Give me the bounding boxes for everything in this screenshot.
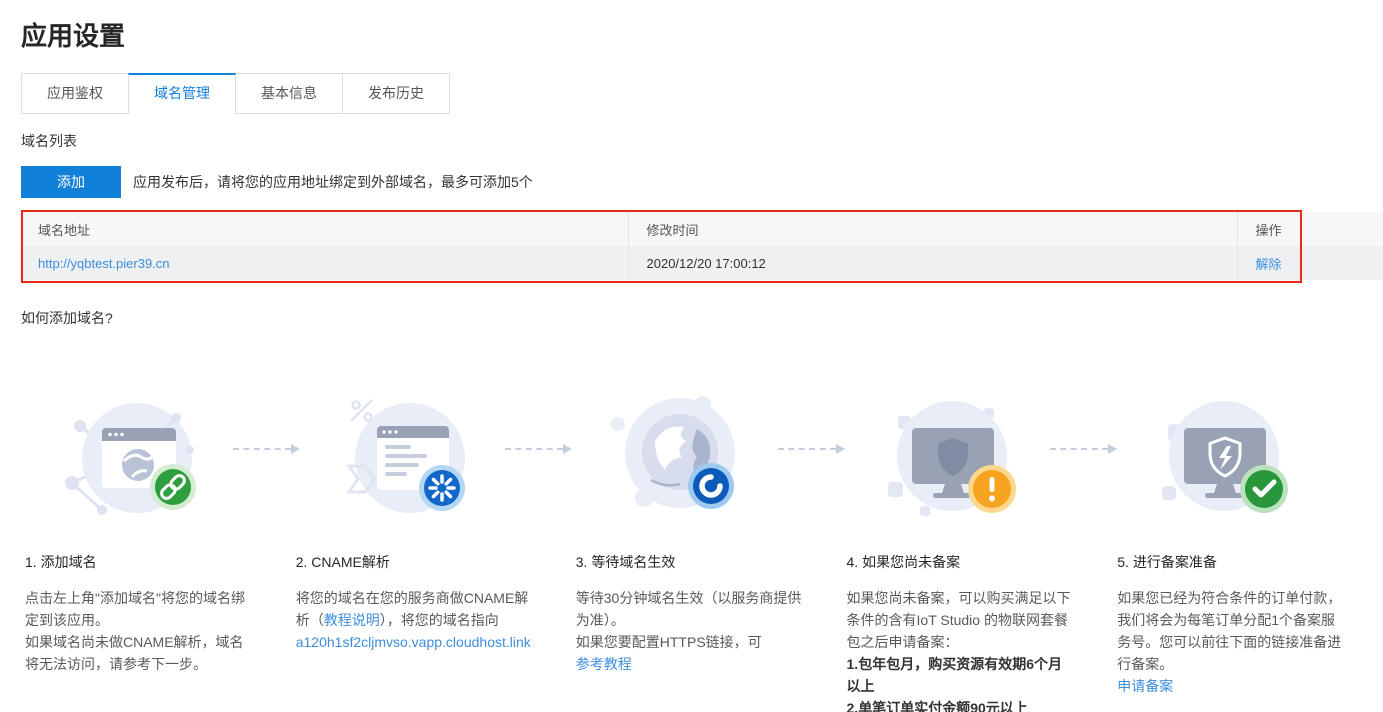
step5-column: 5. 进行备案准备 如果您已经为符合条件的订单付款，我们将会为每笔订单分配1个备… bbox=[1112, 552, 1383, 712]
domain-list-label: 域名列表 bbox=[21, 131, 1383, 151]
step2-column: 2. CNAME解析 将您的域名在您的服务商做CNAME解析（教程说明），将您的… bbox=[291, 552, 571, 712]
step3-globe-pending-icon bbox=[607, 388, 747, 528]
step5-monitor-check-icon bbox=[1152, 388, 1292, 528]
tab-app-auth[interactable]: 应用鉴权 bbox=[21, 73, 129, 114]
apply-icp-link[interactable]: 申请备案 bbox=[1117, 675, 1343, 697]
domain-link[interactable]: http://yqbtest.pier39.cn bbox=[38, 256, 170, 271]
step3-title: 3. 等待域名生效 bbox=[576, 552, 802, 572]
column-header-action: 操作 bbox=[1237, 212, 1383, 246]
domain-table: 域名地址 修改时间 操作 http://yqbtest.pier39.cn 20… bbox=[20, 212, 1383, 280]
unbind-action-link[interactable]: 解除 bbox=[1256, 257, 1282, 272]
tab-domain-management[interactable]: 域名管理 bbox=[128, 73, 236, 114]
page-title: 应用设置 bbox=[21, 16, 1383, 53]
dashed-arrow-icon bbox=[1050, 444, 1117, 454]
dashed-arrow-icon bbox=[778, 444, 845, 454]
step4-monitor-warning-icon bbox=[880, 388, 1020, 528]
dashed-arrow-icon bbox=[233, 444, 300, 454]
app-settings-page: 应用设置 应用鉴权 域名管理 基本信息 发布历史 域名列表 添加 应用发布后，请… bbox=[0, 16, 1383, 712]
step4-text: 如果您尚未备案，可以购买满足以下条件的含有IoT Studio 的物联网套餐包之… bbox=[847, 590, 1071, 650]
step4-column: 4. 如果您尚未备案 如果您尚未备案，可以购买满足以下条件的含有IoT Stud… bbox=[842, 552, 1113, 712]
https-tutorial-link[interactable]: 参考教程 bbox=[576, 653, 802, 675]
steps-illustrations bbox=[20, 388, 1383, 530]
table-header-row: 域名地址 修改时间 操作 bbox=[20, 212, 1383, 246]
step3-text: 如果您要配置HTTPS链接，可 bbox=[576, 631, 802, 653]
modified-time-cell: 2020/12/20 17:00:12 bbox=[628, 246, 1237, 280]
add-domain-button[interactable]: 添加 bbox=[21, 166, 121, 198]
step2-text: ），将您的域名指向 bbox=[380, 612, 499, 628]
step4-condition-1: 1.包年包月，购买资源有效期6个月以上 bbox=[847, 653, 1073, 697]
how-to-add-domain-title: 如何添加域名? bbox=[21, 308, 1383, 328]
steps-descriptions: 1. 添加域名 点击左上角"添加域名"将您的域名绑定到该应用。 如果域名尚未做C… bbox=[20, 552, 1383, 712]
step2-title: 2. CNAME解析 bbox=[296, 552, 531, 572]
cname-target-link[interactable]: a120h1sf2cljmvso.vapp.cloudhost.link bbox=[296, 631, 531, 653]
step1-text: 如果域名尚未做CNAME解析，域名将无法访问，请参考下一步。 bbox=[25, 631, 251, 675]
dashed-arrow-icon bbox=[505, 444, 572, 454]
add-domain-hint: 应用发布后，请将您的应用地址绑定到外部域名，最多可添加5个 bbox=[133, 172, 533, 192]
step5-text: 如果您已经为符合条件的订单付款，我们将会为每笔订单分配1个备案服务号。您可以前往… bbox=[1117, 590, 1341, 672]
tutorial-link[interactable]: 教程说明 bbox=[324, 612, 380, 628]
step1-text: 点击左上角"添加域名"将您的域名绑定到该应用。 bbox=[25, 587, 251, 631]
column-header-modified-time: 修改时间 bbox=[628, 212, 1237, 246]
step1-title: 1. 添加域名 bbox=[25, 552, 251, 572]
tab-basic-info[interactable]: 基本信息 bbox=[235, 73, 343, 114]
step2-cname-document-icon bbox=[335, 388, 475, 528]
tab-release-history[interactable]: 发布历史 bbox=[342, 73, 450, 114]
table-row: http://yqbtest.pier39.cn 2020/12/20 17:0… bbox=[20, 246, 1383, 280]
domain-toolbar: 添加 应用发布后，请将您的应用地址绑定到外部域名，最多可添加5个 bbox=[21, 166, 1383, 198]
step3-column: 3. 等待域名生效 等待30分钟域名生效（以服务商提供为准）。 如果您要配置HT… bbox=[571, 552, 842, 712]
step4-title: 4. 如果您尚未备案 bbox=[847, 552, 1073, 572]
step1-browser-link-icon bbox=[62, 388, 202, 528]
step1-column: 1. 添加域名 点击左上角"添加域名"将您的域名绑定到该应用。 如果域名尚未做C… bbox=[20, 552, 291, 712]
step5-title: 5. 进行备案准备 bbox=[1117, 552, 1343, 572]
step4-condition-2: 2.单笔订单实付金额90元以上 bbox=[847, 697, 1073, 712]
step3-text: 等待30分钟域名生效（以服务商提供为准）。 bbox=[576, 587, 802, 631]
column-header-domain: 域名地址 bbox=[20, 212, 628, 246]
tab-bar: 应用鉴权 域名管理 基本信息 发布历史 bbox=[21, 73, 1383, 114]
